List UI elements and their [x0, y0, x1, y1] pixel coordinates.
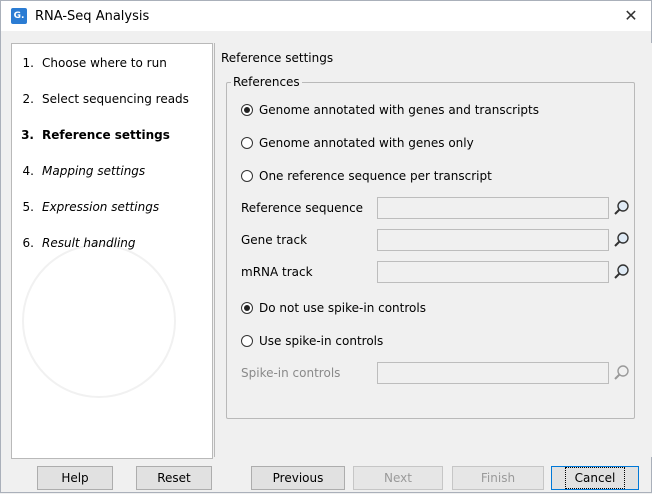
reset-button[interactable]: Reset	[136, 466, 212, 490]
radio-one-sequence-per-transcript[interactable]: One reference sequence per transcript	[241, 169, 492, 183]
mrna-track-field[interactable]	[377, 261, 609, 283]
next-button: Next	[353, 466, 443, 490]
section-title: Reference settings	[221, 51, 334, 65]
radio-no-spike-in[interactable]: Do not use spike-in controls	[241, 301, 426, 315]
step-reference-settings: 3. Reference settings	[21, 128, 170, 142]
browse-icon[interactable]	[613, 199, 631, 217]
step-result-handling: 6. Result handling	[22, 236, 136, 250]
spike-in-controls-label: Spike-in controls	[241, 366, 341, 380]
mrna-track-label: mRNA track	[241, 265, 313, 279]
reference-sequence-label: Reference sequence	[241, 201, 364, 215]
help-button[interactable]: Help	[37, 466, 113, 490]
spike-in-controls-field	[377, 362, 609, 384]
watermark-logo	[22, 244, 176, 398]
radio-unselected-icon[interactable]	[241, 137, 253, 149]
window-title: RNA-Seq Analysis	[35, 8, 150, 24]
references-legend: References	[233, 75, 300, 89]
step-expression-settings: 5. Expression settings	[22, 200, 160, 214]
wizard-steps-list: 1. Choose where to run 2. Select sequencin…	[11, 43, 213, 459]
button-bar: Help Reset Previous Next Finish Cancel	[1, 463, 652, 494]
radio-genes-only[interactable]: Genome annotated with genes only	[241, 136, 474, 150]
title-bar: G. RNA-Seq Analysis ✕	[1, 1, 651, 31]
gene-track-label: Gene track	[241, 233, 308, 247]
reference-sequence-field[interactable]	[377, 197, 609, 219]
radio-unselected-icon[interactable]	[241, 170, 253, 182]
gene-track-field[interactable]	[377, 229, 609, 251]
cancel-button[interactable]: Cancel	[551, 466, 639, 490]
radio-selected-icon[interactable]	[241, 104, 253, 116]
mrna-track-row: mRNA track	[241, 261, 631, 285]
radio-use-spike-in[interactable]: Use spike-in controls	[241, 334, 383, 348]
previous-button[interactable]: Previous	[251, 466, 345, 490]
radio-genes-and-transcripts[interactable]: Genome annotated with genes and transcri…	[241, 103, 539, 117]
spike-in-controls-row: Spike-in controls	[241, 362, 631, 386]
browse-icon	[614, 365, 629, 380]
references-group: References Genome annotated with genes a…	[226, 75, 635, 419]
browse-icon[interactable]	[613, 231, 631, 249]
close-icon[interactable]: ✕	[611, 1, 651, 31]
gene-track-row: Gene track	[241, 229, 631, 253]
settings-panel: Reference settings References Genome ann…	[214, 43, 652, 457]
rna-seq-dialog: G. RNA-Seq Analysis ✕ 1. Choose where to …	[0, 0, 652, 493]
reference-sequence-row: Reference sequence	[241, 197, 631, 221]
browse-icon[interactable]	[613, 263, 631, 281]
clc-logo-icon: G.	[11, 8, 27, 24]
radio-unselected-icon[interactable]	[241, 335, 253, 347]
step-choose-where-to-run: 1. Choose where to run	[22, 56, 167, 70]
radio-selected-icon[interactable]	[241, 302, 253, 314]
step-select-sequencing-reads: 2. Select sequencing reads	[22, 92, 189, 106]
finish-button: Finish	[452, 466, 544, 490]
step-mapping-settings: 4. Mapping settings	[22, 164, 146, 178]
